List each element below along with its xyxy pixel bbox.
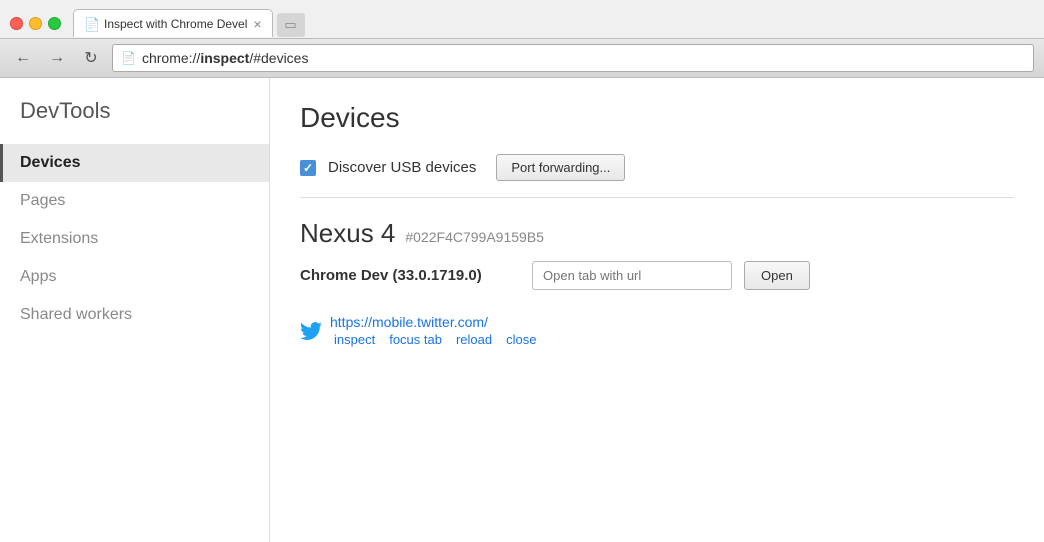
tab-favicon-icon: 📄	[84, 17, 98, 31]
browser-name: Chrome Dev (33.0.1719.0)	[300, 267, 520, 284]
device-id: #022F4C799A9159B5	[405, 229, 544, 245]
close-button[interactable]	[10, 17, 23, 30]
tab-row: https://mobile.twitter.com/ inspect focu…	[300, 306, 1014, 355]
back-button[interactable]: ←	[10, 45, 36, 71]
device-section: Nexus 4 #022F4C799A9159B5 Chrome Dev (33…	[300, 218, 1014, 355]
sidebar-item-extensions[interactable]: Extensions	[0, 220, 269, 258]
twitter-icon	[300, 320, 322, 342]
reload-link[interactable]: reload	[456, 332, 492, 347]
forward-icon: →	[49, 49, 65, 67]
traffic-lights	[10, 17, 61, 30]
sidebar: DevTools Devices Pages Extensions Apps S…	[0, 78, 270, 542]
open-tab-url-input[interactable]	[532, 261, 732, 290]
new-tab-icon: ▭	[284, 17, 296, 33]
address-text: chrome://inspect/#devices	[142, 50, 309, 66]
back-icon: ←	[15, 49, 31, 67]
browser-row: Chrome Dev (33.0.1719.0) Open	[300, 261, 1014, 290]
address-bar[interactable]: 📄 chrome://inspect/#devices	[112, 44, 1034, 72]
active-tab[interactable]: 📄 Inspect with Chrome Devel ×	[73, 9, 273, 37]
discover-usb-row: Discover USB devices Port forwarding...	[300, 154, 1014, 198]
main-layout: DevTools Devices Pages Extensions Apps S…	[0, 78, 1044, 542]
sidebar-title: DevTools	[0, 98, 269, 144]
tab-bar: 📄 Inspect with Chrome Devel × ▭	[73, 9, 1034, 37]
page-icon: 📄	[121, 51, 136, 65]
tab-title: Inspect with Chrome Devel	[104, 17, 247, 31]
browser-chrome: 📄 Inspect with Chrome Devel × ▭ ← → ↻ 📄 …	[0, 0, 1044, 78]
reload-button[interactable]: ↻	[78, 45, 104, 71]
tab-url-text: https://mobile.twitter.com/	[330, 314, 488, 330]
close-link[interactable]: close	[506, 332, 536, 347]
sidebar-item-pages[interactable]: Pages	[0, 182, 269, 220]
maximize-button[interactable]	[48, 17, 61, 30]
tab-actions: inspect focus tab reload close	[334, 332, 536, 347]
minimize-button[interactable]	[29, 17, 42, 30]
address-bold: inspect	[200, 50, 249, 66]
discover-usb-checkbox[interactable]	[300, 160, 316, 176]
tab-url: https://mobile.twitter.com/	[330, 314, 536, 330]
tab-close-icon[interactable]: ×	[253, 16, 261, 32]
device-name: Nexus 4	[300, 218, 395, 249]
sidebar-item-shared-workers[interactable]: Shared workers	[0, 296, 269, 334]
sidebar-item-devices[interactable]: Devices	[0, 144, 269, 182]
focus-tab-link[interactable]: focus tab	[389, 332, 442, 347]
reload-icon: ↻	[84, 48, 97, 68]
open-tab-button[interactable]: Open	[744, 261, 810, 290]
inspect-link[interactable]: inspect	[334, 332, 375, 347]
nav-bar: ← → ↻ 📄 chrome://inspect/#devices	[0, 38, 1044, 78]
device-name-row: Nexus 4 #022F4C799A9159B5	[300, 218, 1014, 249]
title-bar: 📄 Inspect with Chrome Devel × ▭	[0, 0, 1044, 38]
content-area: Devices Discover USB devices Port forwar…	[270, 78, 1044, 542]
new-tab-button[interactable]: ▭	[277, 13, 305, 37]
port-forwarding-button[interactable]: Port forwarding...	[496, 154, 625, 181]
tab-info: https://mobile.twitter.com/ inspect focu…	[330, 314, 536, 347]
page-title: Devices	[300, 102, 1014, 134]
discover-usb-label: Discover USB devices	[328, 159, 476, 176]
forward-button[interactable]: →	[44, 45, 70, 71]
sidebar-item-apps[interactable]: Apps	[0, 258, 269, 296]
